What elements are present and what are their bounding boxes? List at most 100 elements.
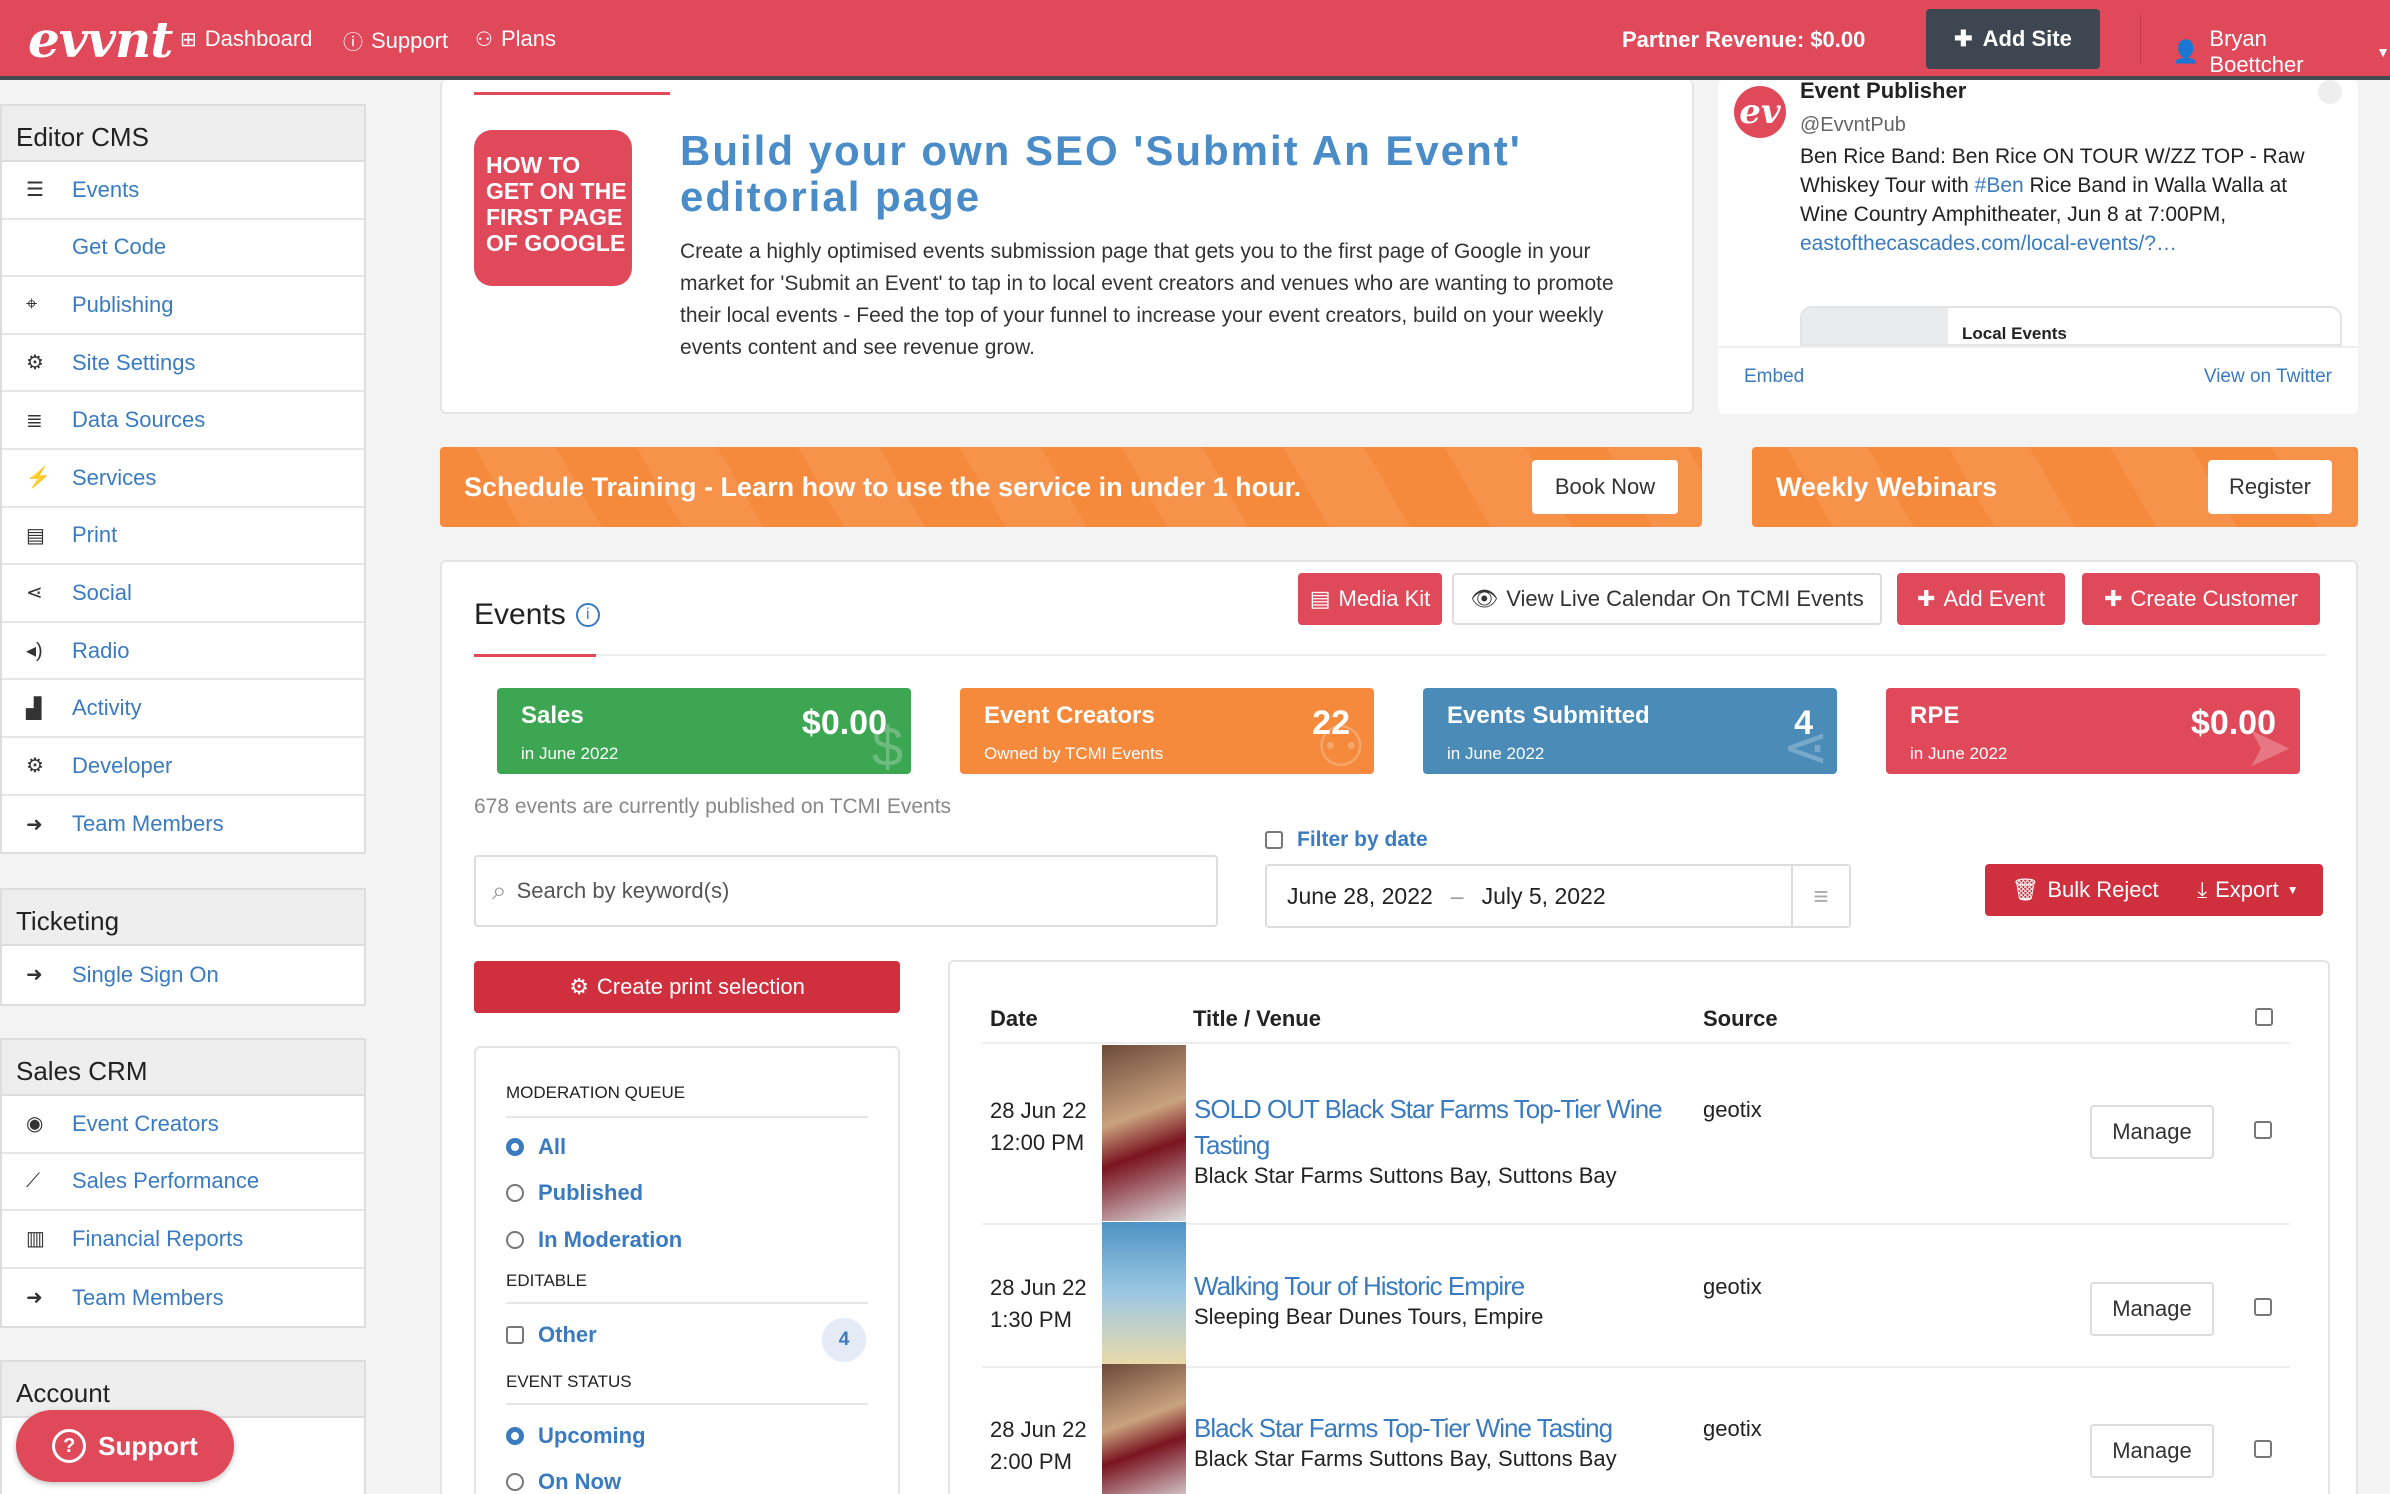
event-title-link[interactable]: SOLD OUT Black Star Farms Top-Tier Wine …	[1194, 1091, 1674, 1163]
event-title-link[interactable]: Walking Tour of Historic Empire	[1194, 1268, 1674, 1304]
line-chart-icon: ⟋	[26, 1169, 40, 1192]
filter-all-label: All	[538, 1134, 567, 1159]
select-all-checkbox[interactable]	[2255, 1008, 2273, 1026]
search-input[interactable]: ⌕ Search by keyword(s)	[474, 855, 1218, 927]
user-menu[interactable]: 👤 Bryan Boettcher ▼	[2172, 26, 2390, 78]
sidebar-item-data-sources[interactable]: ≣ Data Sources	[2, 392, 364, 450]
stat-card-events-submitted[interactable]: ⋖ Events Submitted in June 2022 4	[1423, 688, 1837, 778]
sidebar-item-developer[interactable]: ⚙ Developer	[2, 738, 364, 796]
user-name: Bryan Boettcher	[2209, 26, 2304, 77]
row-select-checkbox[interactable]	[2254, 1121, 2272, 1139]
date-range-menu-icon[interactable]: ≡	[1791, 866, 1849, 926]
tweet-author-name[interactable]: Event Publisher	[1800, 80, 1966, 104]
sidebar-item-financial-reports[interactable]: ▥ Financial Reports	[2, 1211, 364, 1269]
manage-button[interactable]: Manage	[2090, 1424, 2214, 1478]
filter-in-moderation-radio[interactable]: In Moderation	[506, 1227, 682, 1253]
sidebar-item-get-code[interactable]: Get Code	[2, 220, 364, 278]
schedule-training-banner: Schedule Training - Learn how to use the…	[440, 447, 1702, 527]
radio-dot[interactable]	[506, 1473, 524, 1491]
book-now-button[interactable]: Book Now	[1532, 460, 1678, 514]
info-icon[interactable]: i	[575, 603, 600, 627]
add-event-button[interactable]: ✚ Add Event	[1897, 573, 2065, 625]
row-select-checkbox[interactable]	[2254, 1440, 2272, 1458]
tweet-handle[interactable]: @EvvntPub	[1800, 114, 1906, 137]
column-header-date[interactable]: Date	[990, 1006, 1038, 1032]
radio-dot[interactable]	[506, 1138, 524, 1156]
sidebar-item-event-creators[interactable]: ◉ Event Creators	[2, 1096, 364, 1154]
view-on-twitter-link[interactable]: View on Twitter	[2204, 366, 2332, 388]
twitter-embed: ev Event Publisher @EvvntPub Ben Rice Ba…	[1718, 80, 2358, 414]
view-live-calendar-button[interactable]: 👁 View Live Calendar On TCMI Events	[1452, 573, 1882, 625]
sidebar-item-single-sign-on[interactable]: ➜ Single Sign On	[2, 946, 364, 1004]
sidebar-item-print[interactable]: ▤ Print	[2, 508, 364, 566]
sidebar-item-services[interactable]: ⚡ Services	[2, 450, 364, 508]
tweet-link-card[interactable]: Local Events	[1800, 306, 2342, 346]
sidebar-item-social[interactable]: ⋖ Social	[2, 565, 364, 623]
moderation-divider	[506, 1116, 868, 1118]
sidebar-item-radio[interactable]: ◂) Radio	[2, 623, 364, 681]
manage-button[interactable]: Manage	[2090, 1282, 2214, 1336]
nav-support[interactable]: ⓘ Support	[343, 26, 448, 55]
sidebar-item-label: Radio	[72, 637, 130, 663]
create-customer-button[interactable]: ✚ Create Customer	[2082, 573, 2320, 625]
date-separator: –	[1450, 882, 1464, 909]
row-date-time: 1:30 PM	[990, 1307, 1072, 1332]
evvnt-logo[interactable]: evvnt	[28, 10, 173, 69]
radio-dot[interactable]	[506, 1184, 524, 1202]
filter-by-date-toggle[interactable]: Filter by date	[1265, 828, 1428, 852]
embed-link[interactable]: Embed	[1744, 366, 1804, 388]
filter-date-checkbox[interactable]	[1265, 831, 1283, 849]
radio-dot[interactable]	[506, 1231, 524, 1249]
newspaper-icon: ▤	[26, 524, 45, 547]
sidebar-item-label: Data Sources	[72, 407, 206, 433]
seo-title[interactable]: Build your own SEO 'Submit An Event' edi…	[680, 128, 1680, 220]
sidebar-item-sales-performance[interactable]: ⟋ Sales Performance	[2, 1154, 364, 1212]
tweet-link[interactable]: eastofthecascades.com/local-events/?…	[1800, 232, 2177, 255]
add-site-button[interactable]: ✚ Add Site	[1926, 9, 2100, 69]
stat-card-rpe[interactable]: ➤ RPE in June 2022 $0.00	[1886, 688, 2300, 778]
checkbox[interactable]	[506, 1326, 524, 1344]
date-range-input[interactable]: June 28, 2022– July 5, 2022	[1265, 864, 1851, 928]
sidebar-item-team-members[interactable]: ➜ Team Members	[2, 1269, 364, 1327]
filter-other-checkbox[interactable]: Other	[506, 1322, 597, 1348]
radio-dot[interactable]	[506, 1427, 524, 1445]
sidebar-item-site-settings[interactable]: ⚙ Site Settings	[2, 335, 364, 393]
stat-card-sales[interactable]: $ Sales in June 2022 $0.00	[497, 688, 911, 778]
row-select-checkbox[interactable]	[2254, 1298, 2272, 1316]
events-divider	[474, 654, 2326, 656]
support-chat-button[interactable]: ? Support	[16, 1410, 234, 1482]
media-kit-button[interactable]: ▤ Media Kit	[1298, 573, 1442, 625]
sidebar-item-events[interactable]: ☰ Events	[2, 162, 364, 220]
add-event-label: Add Event	[1943, 586, 2045, 611]
gear-icon: ⚙	[26, 755, 44, 778]
event-title-link[interactable]: Black Star Farms Top-Tier Wine Tasting	[1194, 1410, 1674, 1446]
stat-card-event-creators[interactable]: ⚇ Event Creators Owned by TCMI Events 22	[960, 688, 1374, 778]
tweet-hashtag[interactable]: #Ben	[1975, 174, 2024, 197]
sidebar-item-team-members[interactable]: ➜ Team Members	[2, 796, 364, 854]
info-icon: ⓘ	[343, 32, 363, 54]
column-header-source[interactable]: Source	[1703, 1006, 1778, 1032]
publisher-avatar[interactable]: ev	[1734, 86, 1786, 138]
create-print-selection-button[interactable]: ⚙ Create print selection	[474, 961, 900, 1013]
bulk-reject-button[interactable]: 🗑 Bulk Reject	[1985, 864, 2185, 916]
nav-plans[interactable]: ⚇ Plans	[475, 26, 556, 52]
twitter-bird-icon[interactable]	[2318, 80, 2342, 104]
event-thumbnail[interactable]	[1102, 1364, 1186, 1494]
filter-upcoming-radio[interactable]: Upcoming	[506, 1423, 646, 1449]
filter-published-radio[interactable]: Published	[506, 1180, 643, 1206]
row-date: 28 Jun 22 12:00 PM	[990, 1095, 1087, 1159]
cogs-icon: ⚙	[569, 974, 589, 999]
manage-button[interactable]: Manage	[2090, 1105, 2214, 1159]
sidebar-item-publishing[interactable]: ⌖ Publishing	[2, 277, 364, 335]
export-button[interactable]: ⤓ Export ▼	[2173, 864, 2323, 916]
column-header-title[interactable]: Title / Venue	[1193, 1006, 1321, 1032]
event-thumbnail[interactable]	[1102, 1045, 1186, 1221]
nav-dashboard[interactable]: ⊞ Dashboard	[180, 26, 312, 52]
filter-all-radio[interactable]: All	[506, 1134, 566, 1160]
filter-on-now-radio[interactable]: On Now	[506, 1469, 621, 1494]
bar-chart-icon: ▥	[26, 1228, 45, 1251]
event-thumbnail[interactable]	[1102, 1222, 1186, 1364]
register-button[interactable]: Register	[2208, 460, 2332, 514]
sidebar-item-activity[interactable]: ▟ Activity	[2, 680, 364, 738]
stat-title: Event Creators	[984, 702, 1155, 729]
